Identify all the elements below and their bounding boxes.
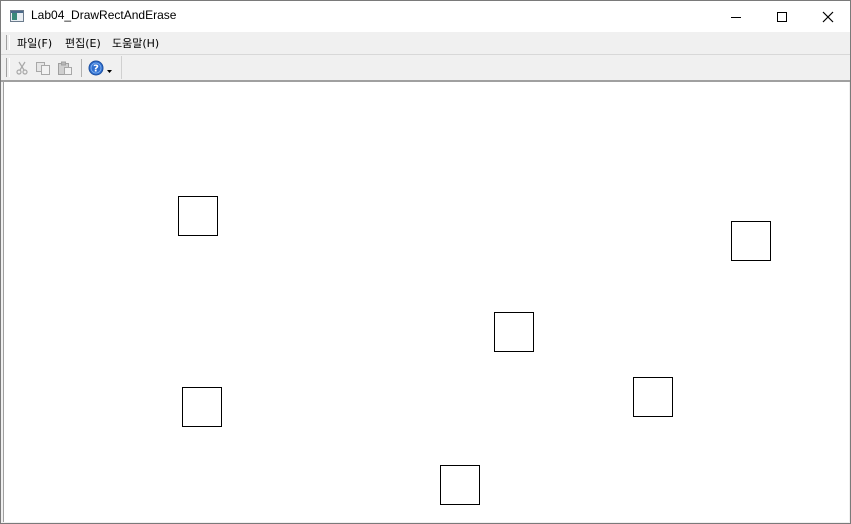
menu-file[interactable]: 파일(F) [17,35,52,51]
copy-icon [36,62,50,75]
menu-help[interactable]: 도움말(H) [112,35,159,51]
copy-button[interactable] [34,59,52,77]
maximize-icon [777,11,787,22]
drawing-canvas[interactable] [3,82,849,522]
drawn-rectangle [633,377,673,417]
maximize-button[interactable] [759,1,805,32]
paste-icon [58,61,72,75]
app-icon[interactable] [10,10,24,22]
menu-bar: 파일(F) 편집(E) 도움말(H) [1,32,850,55]
minimize-button[interactable] [713,1,759,32]
dropdown-arrow-icon [107,70,112,73]
drawn-rectangle [178,196,218,236]
menubar-grip[interactable] [6,35,10,50]
paste-button[interactable] [56,59,74,77]
drawn-rectangle [731,221,771,261]
cut-button[interactable] [13,59,31,77]
close-button[interactable] [805,1,851,32]
help-icon: ? [88,60,104,76]
toolbar-grip[interactable] [6,58,10,77]
svg-text:?: ? [93,64,99,75]
close-icon [822,11,834,22]
window-title: Lab04_DrawRectAndErase [31,8,177,22]
toolbar-separator [81,59,82,77]
title-bar[interactable]: Lab04_DrawRectAndErase [1,1,850,32]
toolbar: ? [1,55,850,82]
cut-icon [16,61,28,75]
standard-toolbar: ? [3,56,122,79]
menu-edit[interactable]: 편집(E) [65,35,101,51]
drawn-rectangle [494,312,534,352]
minimize-icon [731,16,741,18]
app-window: Lab04_DrawRectAndErase 파일(F) 편집(E) 도움말(H… [0,0,851,524]
drawn-rectangle [182,387,222,427]
drawn-rectangle [440,465,480,505]
help-button[interactable]: ? [88,59,118,77]
